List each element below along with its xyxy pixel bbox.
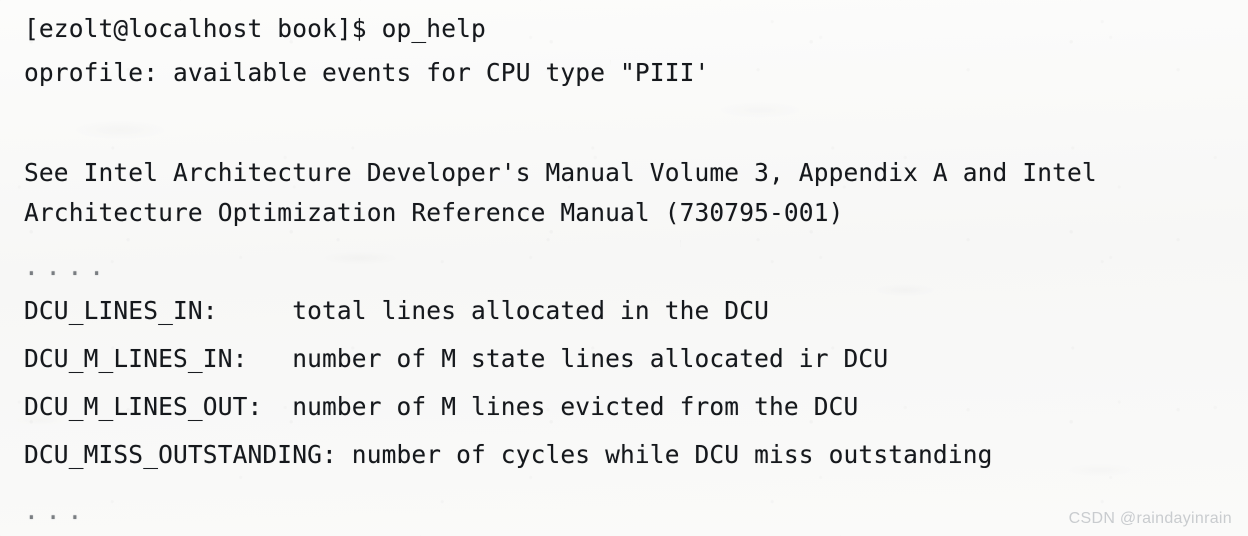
terminal-line-manual-reference-2: Architecture Optimization Reference Manu… — [24, 198, 844, 227]
terminal-ellipsis-top: .... — [24, 252, 112, 281]
terminal-event-dcu-m-lines-out: DCU_M_LINES_OUT: number of M lines evict… — [24, 392, 859, 421]
terminal-event-dcu-lines-in: DCU_LINES_IN: total lines allocated in t… — [24, 296, 770, 325]
terminal-line-cpu-type: oprofile: available events for CPU type … — [24, 58, 710, 87]
terminal-prompt-line: [ezolt@localhost book]$ op_help — [24, 14, 486, 43]
terminal-event-dcu-miss-outstanding: DCU_MISS_OUTSTANDING: number of cycles w… — [24, 440, 993, 469]
csdn-watermark: CSDN @raindayinrain — [1068, 510, 1232, 527]
terminal-event-dcu-m-lines-in: DCU_M_LINES_IN: number of M state lines … — [24, 344, 889, 373]
terminal-output-screenshot: [ezolt@localhost book]$ op_help oprofile… — [0, 0, 1248, 536]
terminal-line-manual-reference-1: See Intel Architecture Developer's Manua… — [24, 158, 1097, 187]
terminal-ellipsis-bottom: ... — [24, 496, 90, 525]
